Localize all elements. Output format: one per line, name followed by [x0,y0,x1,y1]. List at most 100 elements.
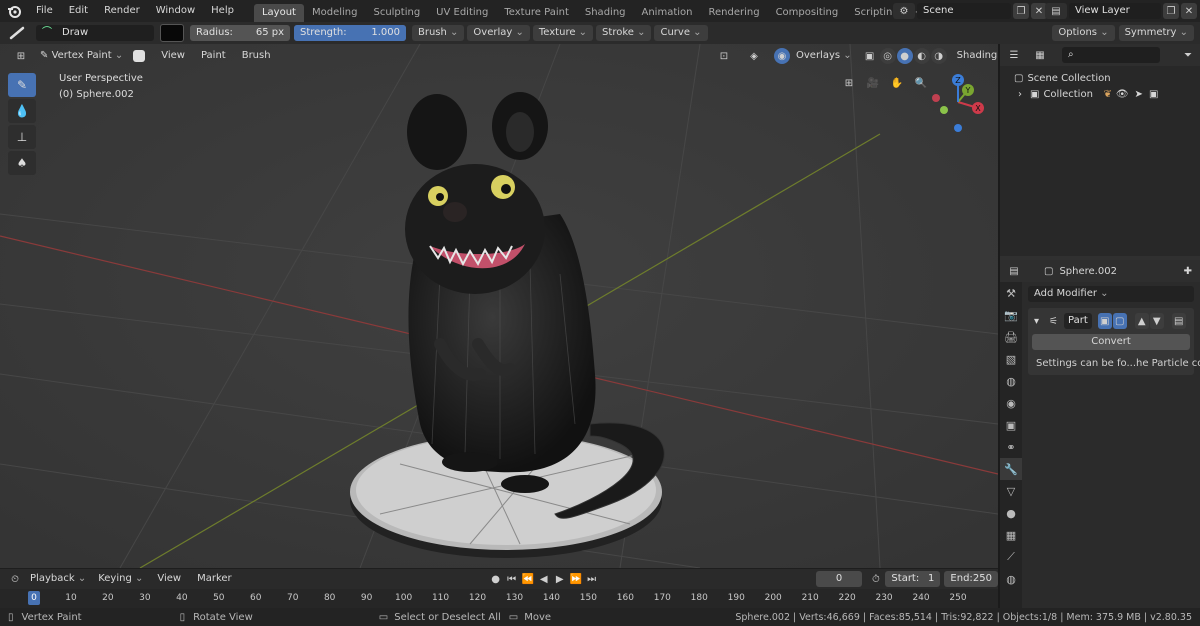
menu-view[interactable]: View [153,45,193,67]
tab-texture-icon[interactable]: ▦ [1000,524,1022,546]
filter-icon[interactable]: ⏷ [1180,47,1196,63]
delete-view-layer-icon[interactable]: ✕ [1181,3,1197,19]
menu-paint[interactable]: Paint [193,45,234,67]
end-frame-field[interactable]: End: 250 [944,571,998,587]
stroke-dropdown[interactable]: Stroke [596,25,652,41]
brush-selector[interactable]: ⌒ Draw [36,25,154,41]
tab-particles-icon[interactable]: ▽ [1000,480,1022,502]
tab-texture-paint[interactable]: Texture Paint [496,4,577,22]
keying-dropdown[interactable]: Keying [92,571,149,587]
outliner-row-scene-collection[interactable]: ▢ Scene Collection [1000,70,1200,86]
outliner-editor-icon[interactable]: ☰ [1006,47,1022,63]
new-view-layer-icon[interactable]: ❐ [1163,3,1179,19]
tab-object-icon[interactable]: ▣ [1000,414,1022,436]
jump-keyframe-back-icon[interactable]: ⏪ [520,571,536,587]
solid-shading-icon[interactable]: ● [896,48,913,64]
xray-toggle-icon[interactable]: ▣ [862,48,878,64]
start-frame-field[interactable]: Start: 1 [885,571,941,587]
play-reverse-icon[interactable]: ◀ [536,571,552,587]
properties-editor-icon[interactable]: ▤ [1006,263,1022,279]
convert-button[interactable]: Convert [1032,334,1190,350]
jump-start-icon[interactable]: ⏮ [504,571,520,587]
options-dropdown[interactable]: Options [1052,25,1115,41]
tab-object-data-icon[interactable]: ⟋ [1000,546,1022,568]
timeline-editor-icon[interactable]: ⏲ [6,571,24,587]
paint-mask-toggle[interactable] [133,50,146,62]
mode-dropdown[interactable]: ✎ Vertex Paint [34,48,129,64]
overlay-dropdown[interactable]: Overlay [467,25,530,41]
object-types-icon[interactable]: ⊡ [716,48,732,64]
gizmo-toggle-icon[interactable]: ◈ [746,48,762,64]
tab-world-icon[interactable]: ◉ [1000,392,1022,414]
tab-layout[interactable]: Layout [253,4,304,22]
material-shading-icon[interactable]: ◐ [913,48,930,64]
jump-keyframe-forward-icon[interactable]: ⏩ [568,571,584,587]
pan-hand-icon[interactable]: ✋ [886,75,908,91]
render-camera-icon[interactable]: ▣ [1149,89,1158,100]
tab-shading[interactable]: Shading [577,4,634,22]
menu-file[interactable]: File [28,0,61,22]
tab-constraint-icon[interactable]: ⚭ [1000,436,1022,458]
tab-scene-icon[interactable]: ◍ [1000,370,1022,392]
overlays-toggle-icon[interactable]: ◉ [774,48,790,64]
draw-tool-button[interactable]: ✎ [8,73,36,97]
scene-icon[interactable]: ⚙ [893,3,915,19]
blender-logo-icon[interactable] [0,4,28,18]
tab-animation[interactable]: Animation [634,4,701,22]
play-icon[interactable]: ▶ [552,571,568,587]
pin-icon[interactable]: ✚ [1184,266,1192,277]
texture-dropdown[interactable]: Texture [532,25,594,41]
move-down-icon[interactable]: ▼ [1149,313,1164,329]
editor-type-icon[interactable]: ⊞ [8,48,34,64]
tab-material-icon[interactable]: ◍ [1000,568,1022,590]
brush-dropdown[interactable]: Brush [412,25,465,41]
playback-dropdown[interactable]: Playback [24,571,92,587]
menu-brush[interactable]: Brush [234,45,279,67]
tab-render-icon[interactable]: 📷 [1000,304,1022,326]
tab-tool-icon[interactable]: ⚒ [1000,282,1022,304]
jump-end-icon[interactable]: ⏭ [584,571,600,587]
show-viewport-toggle-icon[interactable]: ▢ [1112,313,1127,329]
current-frame-field[interactable]: 0 [815,571,863,587]
add-modifier-dropdown[interactable]: Add Modifier [1028,286,1194,302]
frame-ruler[interactable]: 0 10 20 30 40 50 60 70 80 90 100 110 120 130 140 150 160… [0,589,998,609]
timeline-marker-menu[interactable]: Marker [189,568,240,590]
collapse-arrow-icon[interactable]: ▾ [1034,316,1039,327]
visibility-eye-icon[interactable]: 👁 [1116,89,1129,100]
overlays-dropdown[interactable]: Overlays [790,48,858,64]
camera-view-icon[interactable]: 🎥 [862,75,884,91]
record-icon[interactable]: ● [488,571,504,587]
perspective-toggle-icon[interactable]: ⊞ [838,75,860,91]
average-tool-button[interactable]: ⊥ [8,125,36,149]
tab-uv-editing[interactable]: UV Editing [428,4,496,22]
tab-modeling[interactable]: Modeling [304,4,366,22]
menu-window[interactable]: Window [148,0,203,22]
symmetry-dropdown[interactable]: Symmetry [1118,25,1194,41]
strength-field[interactable]: Strength: 1.000 [294,25,406,41]
menu-edit[interactable]: Edit [61,0,96,22]
tab-view-layer-icon[interactable]: ▧ [1000,348,1022,370]
axis-gizmo[interactable]: X Y Z [928,72,990,134]
blur-tool-button[interactable]: 💧 [8,99,36,123]
view-layer-icon[interactable]: ▤ [1045,3,1067,19]
tab-compositing[interactable]: Compositing [768,4,847,22]
tab-sculpting[interactable]: Sculpting [365,4,428,22]
tab-output-icon[interactable]: 🖨 [1000,326,1022,348]
new-scene-icon[interactable]: ❐ [1013,3,1029,19]
scene-name-field[interactable]: Scene [917,3,1011,19]
modifier-menu-icon[interactable]: ▤ [1171,313,1186,329]
view-layer-name-field[interactable]: View Layer [1069,3,1161,19]
selectable-arrow-icon[interactable]: ➤ [1135,89,1143,100]
3d-viewport[interactable] [0,44,998,568]
move-up-icon[interactable]: ▲ [1134,313,1149,329]
brush-tool-icon[interactable] [0,26,36,40]
wireframe-shading-icon[interactable]: ◎ [879,48,896,64]
expand-chevron-icon[interactable]: › [1018,89,1022,100]
menu-help[interactable]: Help [203,0,242,22]
stopwatch-icon[interactable]: ⏱ [870,571,881,587]
menu-render[interactable]: Render [96,0,148,22]
paint-color-swatch[interactable] [160,24,184,42]
tab-physics-icon[interactable]: ● [1000,502,1022,524]
tab-modifier-wrench-icon[interactable]: 🔧 [1000,458,1022,480]
outliner-row-collection[interactable]: › ▣ Collection ❦ 👁 ➤ ▣ [1000,86,1200,102]
